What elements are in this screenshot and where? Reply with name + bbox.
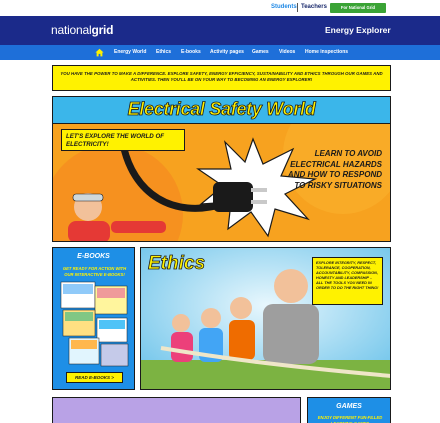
esw-learn-text-block: LEARN TO AVOID ELECTRICAL HAZARDS AND HO… xyxy=(280,149,382,191)
esw-bubble-text: LET'S EXPLORE THE WORLD OF ELECTRICITY! xyxy=(66,133,165,148)
electrical-safety-world-card[interactable]: Electrical Safety World LET'S EXPLORE TH… xyxy=(52,96,391,242)
ebooks-card[interactable]: E-BOOKS GET READY FOR ACTION WITH OUR IN… xyxy=(52,247,135,390)
ethics-title: Ethics xyxy=(148,253,206,275)
esw-speech-bubble: LET'S EXPLORE THE WORLD OF ELECTRICITY! xyxy=(61,129,185,151)
games-subtitle: ENJOY DIFFERENT FUN-FILLED LEARNING GAME… xyxy=(317,415,383,423)
ebooks-subtitle: GET READY FOR ACTION WITH OUR INTERACTIV… xyxy=(62,266,127,277)
house-icon[interactable] xyxy=(95,48,104,57)
teachers-link[interactable]: Teachers xyxy=(301,4,327,10)
logo-text-bold: grid xyxy=(91,23,114,37)
nav-home-inspections[interactable]: Home inspections xyxy=(305,49,348,55)
nav-ethics[interactable]: Ethics xyxy=(156,49,171,55)
nav-videos[interactable]: Videos xyxy=(279,49,295,55)
ethics-description: EXPLORE INTEGRITY, RESPECT, TOLERANCE, C… xyxy=(316,261,379,290)
bottom-feature-card[interactable] xyxy=(52,397,301,423)
esw-title-bar: Electrical Safety World xyxy=(53,97,390,124)
intro-banner: YOU HAVE THE POWER TO MAKE A DIFFERENCE.… xyxy=(52,65,391,91)
games-card[interactable]: GAMES ENJOY DIFFERENT FUN-FILLED LEARNIN… xyxy=(307,397,391,423)
nav-games[interactable]: Games xyxy=(252,49,269,55)
topbar-divider xyxy=(297,3,298,12)
nav-energy-world[interactable]: Energy World xyxy=(114,49,146,55)
logo-text-light: national xyxy=(51,23,92,37)
employees-button[interactable]: For National Grid employees xyxy=(330,3,386,20)
ebooks-title: E-BOOKS xyxy=(77,253,110,260)
ethics-description-box: EXPLORE INTEGRITY, RESPECT, TOLERANCE, C… xyxy=(312,257,383,305)
nav-ebooks[interactable]: E-books xyxy=(181,49,201,55)
games-title: GAMES xyxy=(336,403,362,410)
esw-title: Electrical Safety World xyxy=(127,99,316,120)
intro-text: YOU HAVE THE POWER TO MAKE A DIFFERENCE.… xyxy=(60,71,383,82)
site-header: nationalgrid Energy Explorer xyxy=(0,16,440,45)
read-ebooks-button[interactable]: READ E-BOOKS > xyxy=(66,372,123,383)
ebook-covers-icon xyxy=(60,281,129,367)
students-link[interactable]: Students xyxy=(271,4,297,10)
nav-activity-pages[interactable]: Activity pages xyxy=(210,49,244,55)
main-nav: Energy World Ethics E-books Activity pag… xyxy=(0,45,440,60)
ethics-card[interactable]: Ethics EXPLORE INTEGRITY, RESPECT, TOLER… xyxy=(140,247,391,390)
site-title: Energy Explorer xyxy=(325,25,391,35)
esw-learn-text: LEARN TO AVOID ELECTRICAL HAZARDS AND HO… xyxy=(287,149,382,190)
utility-bar: Students Teachers For National Grid empl… xyxy=(0,0,440,20)
national-grid-logo[interactable]: nationalgrid xyxy=(51,23,114,37)
